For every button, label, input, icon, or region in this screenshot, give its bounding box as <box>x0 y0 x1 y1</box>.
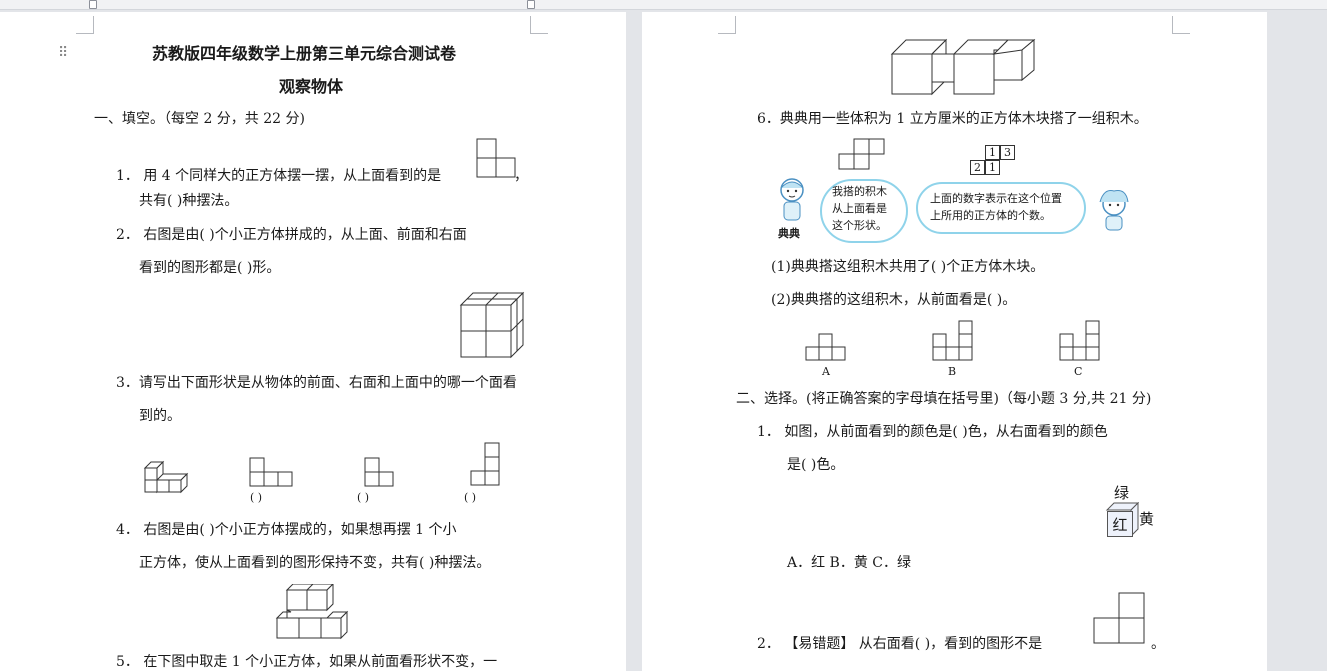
bubble-line: 这个形状。 <box>832 219 887 232</box>
speaker-label: 典典 <box>778 227 800 240</box>
margin-corner-mark <box>718 16 736 34</box>
question-6-2: (2)典典搭的这组积木，从前面看是( )。 <box>771 292 1017 308</box>
option-c-figure <box>1059 320 1100 361</box>
cube-right-label: 黄 <box>1139 510 1155 528</box>
option-b-label: B <box>948 365 957 378</box>
section-heading: 二、选择。(将正确答案的字母填在括号里)（每小题 3 分,共 21 分) <box>736 391 1152 407</box>
top-view-figure <box>838 138 885 170</box>
bubble-line: 上所用的正方体的个数。 <box>930 209 1051 222</box>
question-4-line-2: 正方体，使从上面看到的图形保持不变，共有( )种摆法。 <box>139 555 491 571</box>
bubble-line: 我搭的积木 <box>832 185 887 198</box>
document-page-2: 6．典典用一些体积为 1 立方厘米的正方体木块搭了一组积木。 1 3 2 1 典… <box>642 12 1267 671</box>
question-2-line-1: 2． 右图是由( )个小正方体拼成的，从上面、前面和右面 <box>116 227 467 243</box>
s2-question-1-options: A．红 B．黄 C．绿 <box>787 555 912 571</box>
question-5-line-1: 5． 在下图中取走 1 个小正方体，如果从前面看形状不变，一 <box>116 654 498 670</box>
section-heading: 一、填空。（每空 2 分，共 22 分) <box>94 111 305 127</box>
comma: ， <box>514 168 528 184</box>
speech-bubble: 上面的数字表示在这个位置 上所用的正方体的个数。 <box>916 182 1086 234</box>
bubble-line: 从上面看是 <box>832 202 887 215</box>
s2-question-1-line-1: 1． 如图，从前面看到的颜色是( )色，从右面看到的颜色 <box>757 424 1108 440</box>
period: 。 <box>1151 636 1165 652</box>
option-a-figure <box>805 333 846 361</box>
boy-character-icon <box>780 178 804 221</box>
page-title: 苏教版四年级数学上册第三单元综合测试卷 <box>152 44 457 63</box>
option-a-label: A <box>822 365 830 378</box>
cube-front-label: 红 <box>1107 511 1133 537</box>
s2-question-1-line-2: 是( )色。 <box>787 457 845 473</box>
top-view-figure <box>476 138 516 178</box>
question-3-line-2: 到的。 <box>139 408 181 424</box>
grid-cell: 1 <box>985 160 1000 175</box>
view-shape-2 <box>364 457 394 487</box>
ruler-margin-handle[interactable] <box>527 0 535 9</box>
answer-blank[interactable]: ( ) <box>357 489 369 507</box>
drag-handle-icon[interactable]: ⠿ <box>58 45 68 61</box>
margin-corner-mark <box>76 16 94 34</box>
page-subtitle: 观察物体 <box>279 77 344 96</box>
answer-blank[interactable]: ( ) <box>464 489 476 507</box>
view-shape-1 <box>249 457 293 487</box>
option-c-label: C <box>1074 365 1083 378</box>
margin-corner-mark <box>1172 16 1190 34</box>
cube-row-figure <box>890 38 1036 96</box>
question-2-line-2: 看到的图形都是( )形。 <box>139 260 281 276</box>
cube-2x2x2-figure <box>459 291 525 359</box>
answer-blank[interactable]: ( ) <box>250 489 262 507</box>
view-shape-3 <box>470 442 500 486</box>
girl-character-icon <box>1099 190 1129 231</box>
option-b-figure <box>932 320 973 361</box>
document-page-1: ⠿ 苏教版四年级数学上册第三单元综合测试卷 观察物体 一、填空。（每空 2 分，… <box>0 12 626 671</box>
s2-question-2: 2． 【易错题】 从右面看( )，看到的图形不是 <box>757 636 1043 652</box>
grid-cell: 1 <box>985 145 1000 160</box>
question-1-line-1: 1． 用 4 个同样大的正方体摆一摆，从上面看到的是 <box>116 168 442 184</box>
question-1-line-2: 共有( )种摆法。 <box>139 193 239 209</box>
question-6-1: (1)典典搭这组积木共用了( )个正方体木块。 <box>771 259 1045 275</box>
question-4-line-1: 4． 右图是由( )个小正方体摆成的，如果想再摆 1 个小 <box>116 522 457 538</box>
ruler-bar <box>0 0 1327 10</box>
speech-bubble: 我搭的积木 从上面看是 这个形状。 <box>820 179 908 243</box>
grid-cell: 3 <box>1000 145 1015 160</box>
grid-cell: 2 <box>970 160 985 175</box>
bubble-line: 上面的数字表示在这个位置 <box>930 192 1062 205</box>
stacked-cubes-figure <box>275 584 349 640</box>
cube-top-label: 绿 <box>1114 484 1130 502</box>
question-3-line-1: 3．请写出下面形状是从物体的前面、右面和上面中的哪一个面看 <box>116 375 517 391</box>
margin-corner-mark <box>530 16 548 34</box>
right-view-figure <box>1093 592 1145 644</box>
question-6: 6．典典用一些体积为 1 立方厘米的正方体木块搭了一组积木。 <box>757 111 1148 127</box>
solid-figure <box>143 460 189 494</box>
ruler-indent-handle[interactable] <box>89 0 97 9</box>
